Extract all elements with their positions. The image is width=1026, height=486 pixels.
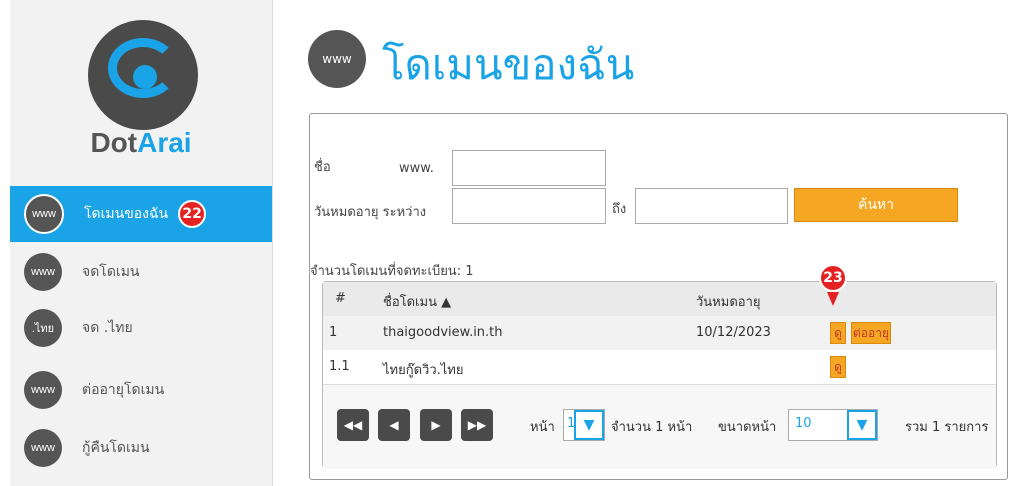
- header-expiry[interactable]: วันหมดอายุ: [696, 291, 761, 312]
- sidebar-item-restore-domain[interactable]: www กู้คืนโดเมน: [10, 420, 272, 476]
- sidebar-item-register-thai[interactable]: .ไทย จด .ไทย: [10, 300, 272, 356]
- row-num: 1.1: [329, 359, 350, 374]
- pager: ◀◀ ◀ ▶ ▶▶ หน้า 1 ▼ จำนวน 1 หน้า ขนาดหน้า…: [323, 384, 996, 469]
- header-num: #: [335, 291, 346, 306]
- total-pages-label: จำนวน 1 หน้า: [611, 420, 693, 435]
- icon-text: www: [31, 266, 55, 278]
- table-row: 1.1 ไทยกู๊ดวิว.ไทย ดู: [323, 350, 996, 384]
- to-label: ถึง: [612, 202, 627, 217]
- view-button[interactable]: ดู: [830, 356, 846, 378]
- brand-name-part1: Dot: [90, 127, 138, 158]
- page-select[interactable]: 1 ▼: [563, 409, 605, 441]
- domain-name-input[interactable]: [452, 150, 606, 186]
- pen-www-icon: www: [24, 253, 62, 291]
- sidebar: DotArai www โดเมนของฉัน 22 www จดโดเมน .…: [10, 0, 273, 486]
- brand-name-part2: Arai: [137, 127, 192, 158]
- sidebar-item-label: กู้คืนโดเมน: [82, 440, 150, 456]
- name-label: ชื่อ: [314, 160, 331, 175]
- search-button[interactable]: ค้นหา: [794, 188, 958, 222]
- brand-name: DotArai: [10, 127, 272, 159]
- annotation-badge: 23: [819, 264, 847, 292]
- clock-www-icon: www: [24, 429, 62, 467]
- sidebar-item-label: จด .ไทย: [82, 320, 133, 336]
- row-domain: ไทยกู๊ดวิว.ไทย: [383, 363, 464, 378]
- annotation-badge: 22: [178, 200, 207, 228]
- row-num: 1: [329, 325, 338, 340]
- icon-text: www: [31, 442, 55, 454]
- view-button[interactable]: ดู: [830, 322, 846, 344]
- icon-text: www: [31, 384, 55, 396]
- domain-count-label: จำนวนโดเมนที่จดทะเบียน: 1: [310, 264, 474, 279]
- chevron-down-icon[interactable]: ▼: [847, 410, 877, 440]
- sidebar-item-label: จดโดเมน: [82, 264, 140, 280]
- expiry-to-input[interactable]: [635, 188, 788, 224]
- domain-table: # ชื่อโดเมน ▲ วันหมดอายุ 1 thaigoodview.…: [322, 281, 997, 469]
- dotarai-logo[interactable]: [88, 20, 198, 130]
- icon-text: www: [322, 52, 352, 66]
- page-label: หน้า: [530, 420, 555, 435]
- chevron-down-icon[interactable]: ▼: [574, 410, 604, 440]
- clock-www-icon: www: [24, 371, 62, 409]
- table-header: # ชื่อโดเมน ▲ วันหมดอายุ: [323, 282, 996, 317]
- page-size-value: 10: [795, 416, 812, 431]
- sidebar-item-renew-domain[interactable]: www ต่ออายุโดเมน: [10, 362, 272, 418]
- icon-text: .ไทย: [31, 323, 55, 335]
- expiry-range-label: วันหมดอายุ ระหว่าง: [314, 205, 427, 220]
- www-icon: www: [24, 194, 64, 234]
- sidebar-item-label: ต่ออายุโดเมน: [82, 382, 165, 398]
- last-page-icon[interactable]: ▶▶: [461, 409, 493, 441]
- domain-panel: ชื่อ www. วันหมดอายุ ระหว่าง ถึง ค้นหา จ…: [309, 113, 1008, 480]
- prev-page-icon[interactable]: ◀: [378, 409, 410, 441]
- page-title: โดเมนของฉัน: [382, 40, 635, 89]
- pen-thai-icon: .ไทย: [24, 309, 62, 347]
- www-prefix-label: www.: [399, 161, 434, 176]
- first-page-icon[interactable]: ◀◀: [337, 409, 369, 441]
- annotation-arrow: [827, 292, 839, 306]
- sidebar-item-my-domains[interactable]: www โดเมนของฉัน 22: [10, 186, 272, 242]
- logo-dot: [133, 65, 157, 89]
- row-domain: thaigoodview.in.th: [383, 325, 503, 340]
- expiry-from-input[interactable]: [452, 188, 606, 224]
- next-page-icon[interactable]: ▶: [420, 409, 452, 441]
- renew-button[interactable]: ต่ออายุ: [851, 322, 891, 344]
- page-size-label: ขนาดหน้า: [718, 420, 777, 435]
- pen-www-icon: www: [308, 30, 366, 88]
- sidebar-item-register-domain[interactable]: www จดโดเมน: [10, 244, 272, 300]
- sidebar-item-label: โดเมนของฉัน: [84, 206, 169, 222]
- row-expiry: 10/12/2023: [696, 325, 771, 340]
- header-domain[interactable]: ชื่อโดเมน ▲: [383, 291, 451, 312]
- page-size-select[interactable]: 10 ▼: [788, 409, 878, 441]
- total-items-label: รวม 1 รายการ: [905, 420, 989, 435]
- table-row: 1 thaigoodview.in.th 10/12/2023 ดู ต่ออา…: [323, 316, 996, 350]
